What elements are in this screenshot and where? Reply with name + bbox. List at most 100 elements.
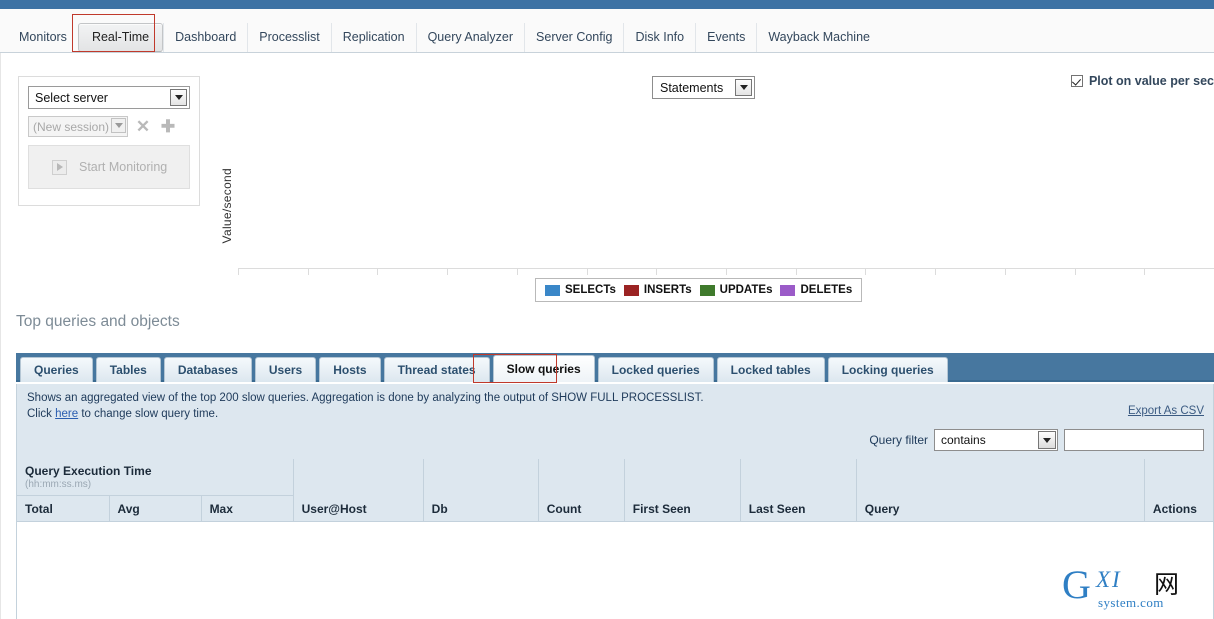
slow-queries-table: Query Execution Time (hh:mm:ss.ms) User@… (16, 459, 1214, 619)
legend-item: SELECTs (545, 284, 616, 296)
main-nav-tablist: Monitors Real-Time Dashboard Processlist Rep… (8, 22, 881, 52)
query-filter-row: Query filter contains (869, 429, 1204, 451)
plot-per-sec-checkbox[interactable] (1070, 75, 1083, 87)
x-axis-tick (307, 268, 309, 275)
server-select[interactable]: Select server (28, 86, 190, 109)
nav-tab-query-analyzer[interactable]: Query Analyzer (415, 23, 524, 52)
nav-tab-real-time[interactable]: Real-Time (77, 23, 164, 52)
x-axis-tick (377, 268, 379, 275)
start-monitoring-button[interactable]: Start Monitoring (28, 145, 190, 189)
table-empty-row (17, 521, 1213, 617)
queries-objects-tablist: Queries Tables Databases Users Hosts Thread s… (16, 353, 1214, 382)
chevron-down-icon[interactable] (111, 118, 126, 133)
legend-label: DELETEs (800, 284, 853, 296)
col-header-user-host[interactable]: User@Host (293, 459, 424, 522)
subtab-thread-states[interactable]: Thread states (383, 357, 490, 382)
x-axis-tick (935, 268, 937, 275)
nav-tab-monitors[interactable]: Monitors (8, 23, 78, 52)
query-filter-operator-select[interactable]: contains (934, 429, 1058, 451)
col-header-first-seen[interactable]: First Seen (624, 459, 741, 522)
query-filter-input[interactable] (1064, 429, 1204, 451)
main-navigation: Monitors Real-Time Dashboard Processlist Rep… (0, 9, 1214, 53)
nav-tab-server-config[interactable]: Server Config (524, 23, 623, 52)
chart-legend: SELECTs INSERTs UPDATEs DELETEs (535, 278, 863, 302)
top-accent-bar (0, 0, 1214, 9)
nav-tab-replication[interactable]: Replication (330, 23, 416, 52)
app-page: Monitors Real-Time Dashboard Processlist Rep… (0, 0, 1214, 619)
col-header-count[interactable]: Count (538, 459, 625, 522)
col-header-query-execution-time: Query Execution Time (hh:mm:ss.ms) (17, 459, 294, 496)
col-header-query[interactable]: Query (856, 459, 1145, 522)
col-header-db[interactable]: Db (423, 459, 539, 522)
start-monitoring-label: Start Monitoring (79, 160, 168, 174)
subtab-locked-tables[interactable]: Locked tables (716, 357, 825, 382)
chart-y-axis-label: Value/second (220, 168, 234, 244)
x-axis-tick (1074, 268, 1076, 275)
subtab-users[interactable]: Users (254, 357, 317, 382)
col-header-last-seen[interactable]: Last Seen (740, 459, 857, 522)
info-line-2-prefix: Click (27, 408, 56, 420)
subtab-tables[interactable]: Tables (95, 357, 161, 382)
col-header-avg[interactable]: Avg (109, 495, 202, 522)
nav-tab-dashboard[interactable]: Dashboard (163, 23, 247, 52)
subtab-hosts[interactable]: Hosts (319, 357, 381, 382)
table-head: Query Execution Time (hh:mm:ss.ms) User@… (17, 459, 1213, 522)
chevron-down-icon[interactable] (170, 89, 187, 106)
table-header-row-1: Query Execution Time (hh:mm:ss.ms) User@… (17, 459, 1213, 522)
session-row: (New session) ✕ ✚ (28, 116, 190, 137)
slow-queries-grid: Query Execution Time (hh:mm:ss.ms) User@… (17, 459, 1213, 617)
chevron-down-icon[interactable] (1038, 431, 1056, 449)
x-axis-tick (447, 268, 449, 275)
server-select-value: Select server (35, 90, 108, 105)
x-axis-tick (726, 268, 727, 275)
legend-swatch-icon (780, 284, 796, 296)
close-icon[interactable]: ✕ (133, 117, 153, 137)
subtab-queries[interactable]: Queries (20, 357, 93, 382)
legend-item: UPDATEs (699, 284, 773, 296)
plot-per-sec-label: Plot on value per sec (1088, 74, 1214, 88)
queries-objects-tabstrip: Queries Tables Databases Users Hosts Thread s… (16, 353, 1214, 382)
x-axis-tick (586, 268, 588, 275)
plus-icon[interactable]: ✚ (158, 117, 178, 137)
nav-tab-processlist[interactable]: Processlist (247, 23, 330, 52)
export-as-csv-link[interactable]: Export As CSV (1128, 405, 1204, 417)
legend-swatch-icon (623, 284, 639, 296)
legend-label: SELECTs (565, 284, 616, 296)
plot-per-sec-option[interactable]: Plot on value per sec (1070, 74, 1214, 88)
x-axis-tick (516, 268, 518, 275)
table-body (17, 521, 1213, 617)
x-axis-tick (238, 268, 239, 275)
session-select-value: (New session) (33, 119, 110, 134)
statements-select[interactable]: Statements (652, 76, 755, 99)
play-icon (52, 159, 67, 175)
legend-label: UPDATEs (719, 284, 773, 296)
subtab-locking-queries[interactable]: Locking queries (827, 357, 948, 382)
x-axis-tick (1004, 268, 1006, 275)
change-slow-query-time-link[interactable]: here (55, 408, 78, 420)
col-header-max[interactable]: Max (201, 495, 294, 522)
x-axis-tick (1144, 268, 1146, 275)
col-header-total[interactable]: Total (17, 495, 110, 522)
legend-label: INSERTs (643, 284, 692, 296)
chevron-down-icon[interactable] (735, 79, 752, 96)
slow-queries-info-panel: Shows an aggregated view of the top 200 … (16, 384, 1214, 459)
subtab-slow-queries[interactable]: Slow queries (492, 355, 595, 382)
server-session-panel: Select server (New session) ✕ ✚ Start Mo… (18, 76, 200, 206)
legend-item: INSERTs (623, 284, 692, 296)
statements-select-value: Statements (660, 80, 724, 95)
group-header-label: Query Execution Time (25, 464, 152, 478)
subtab-databases[interactable]: Databases (163, 357, 252, 382)
nav-tab-disk-info[interactable]: Disk Info (623, 23, 695, 52)
legend-swatch-icon (545, 284, 560, 296)
session-select[interactable]: (New session) (28, 116, 128, 137)
page-left-edge (0, 53, 1, 619)
page-title: Top queries and objects (16, 313, 180, 330)
group-header-sublabel: (hh:mm:ss.ms) (25, 479, 92, 490)
query-filter-label: Query filter (869, 433, 928, 447)
info-line-2: Click here to change slow query time. (27, 406, 704, 422)
nav-tab-wayback-machine[interactable]: Wayback Machine (756, 23, 881, 52)
nav-tab-events[interactable]: Events (695, 23, 756, 52)
x-axis-tick (795, 268, 797, 275)
legend-swatch-icon (699, 284, 715, 296)
subtab-locked-queries[interactable]: Locked queries (597, 357, 714, 382)
